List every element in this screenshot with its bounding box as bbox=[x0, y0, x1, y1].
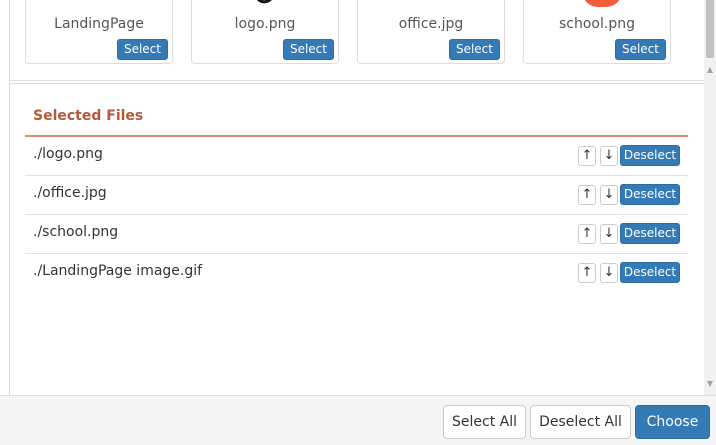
select-button[interactable]: Select bbox=[614, 39, 666, 60]
select-all-button[interactable]: Select All bbox=[443, 405, 526, 439]
selected-file-row: ./LandingPage image.gif ↑ ↓ Deselect bbox=[25, 254, 688, 293]
selected-file-row: ./logo.png ↑ ↓ Deselect bbox=[25, 137, 688, 176]
arrow-up-icon: ↑ bbox=[581, 187, 593, 202]
file-gallery: LandingPage Select logo.png Select offic… bbox=[10, 0, 704, 80]
move-up-button[interactable]: ↑ bbox=[578, 185, 596, 205]
file-card-name: logo.png bbox=[234, 16, 296, 32]
scroll-down-arrow-icon[interactable]: ▼ bbox=[704, 378, 716, 390]
move-up-button[interactable]: ↑ bbox=[578, 224, 596, 244]
selected-file-path: ./office.jpg bbox=[33, 185, 107, 201]
selected-file-path: ./logo.png bbox=[33, 146, 103, 162]
scrollbar-thumb[interactable] bbox=[706, 0, 714, 58]
dialog-footer: Select All Deselect All Choose bbox=[0, 395, 716, 445]
file-card-logo: logo.png Select bbox=[191, 0, 339, 64]
arrow-up-icon: ↑ bbox=[581, 148, 593, 163]
section-divider bbox=[10, 80, 704, 81]
selected-files-title: Selected Files bbox=[33, 108, 144, 124]
arrow-up-icon: ↑ bbox=[581, 226, 593, 241]
logo-thumbnail-icon bbox=[257, 0, 272, 4]
select-button[interactable]: Select bbox=[282, 39, 334, 60]
file-card-name: office.jpg bbox=[398, 16, 464, 32]
deselect-button[interactable]: Deselect bbox=[620, 145, 680, 166]
file-card-name: LandingPage bbox=[54, 16, 144, 32]
selected-file-row: ./school.png ↑ ↓ Deselect bbox=[25, 215, 688, 254]
school-thumbnail-icon bbox=[582, 0, 622, 7]
selected-file-row: ./office.jpg ↑ ↓ Deselect bbox=[25, 176, 688, 215]
move-up-button[interactable]: ↑ bbox=[578, 263, 596, 283]
choose-button[interactable]: Choose bbox=[635, 405, 710, 439]
file-card-office: office.jpg Select bbox=[357, 0, 505, 64]
deselect-button[interactable]: Deselect bbox=[620, 223, 680, 244]
select-button[interactable]: Select bbox=[116, 39, 168, 60]
arrow-down-icon: ↓ bbox=[603, 148, 615, 163]
scroll-up-arrow-icon[interactable]: ▲ bbox=[704, 64, 716, 76]
selected-file-path: ./LandingPage image.gif bbox=[33, 263, 203, 279]
file-card-school: school.png Select bbox=[523, 0, 671, 64]
move-up-button[interactable]: ↑ bbox=[578, 146, 596, 166]
move-down-button[interactable]: ↓ bbox=[600, 224, 618, 244]
move-down-button[interactable]: ↓ bbox=[600, 146, 618, 166]
vertical-scrollbar[interactable]: ▲ ▼ bbox=[704, 0, 716, 395]
deselect-button[interactable]: Deselect bbox=[620, 184, 680, 205]
file-card-name: school.png bbox=[559, 16, 635, 32]
deselect-all-button[interactable]: Deselect All bbox=[530, 405, 631, 439]
selected-file-path: ./school.png bbox=[33, 224, 119, 240]
deselect-button[interactable]: Deselect bbox=[620, 262, 680, 283]
section-divider bbox=[10, 83, 704, 84]
arrow-down-icon: ↓ bbox=[603, 226, 615, 241]
file-chooser-dialog: LandingPage Select logo.png Select offic… bbox=[0, 0, 716, 445]
select-button[interactable]: Select bbox=[448, 39, 500, 60]
move-down-button[interactable]: ↓ bbox=[600, 263, 618, 283]
file-card-landingpage: LandingPage Select bbox=[25, 0, 173, 64]
arrow-down-icon: ↓ bbox=[603, 265, 615, 280]
arrow-down-icon: ↓ bbox=[603, 187, 615, 202]
move-down-button[interactable]: ↓ bbox=[600, 185, 618, 205]
arrow-up-icon: ↑ bbox=[581, 265, 593, 280]
